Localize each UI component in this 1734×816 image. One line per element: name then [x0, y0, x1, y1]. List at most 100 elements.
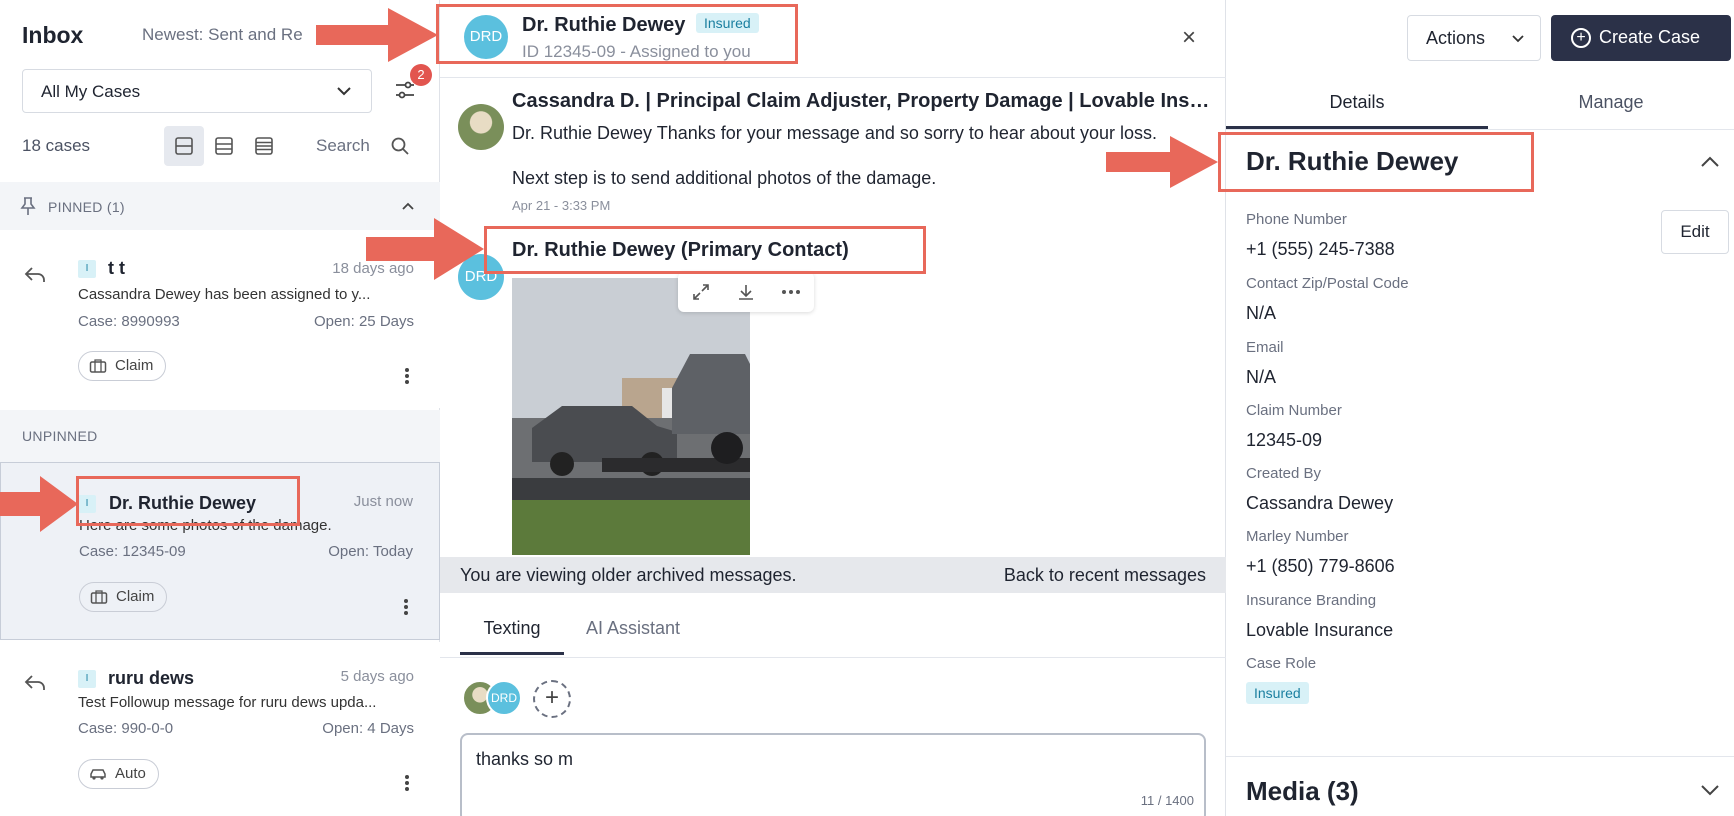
- car-icon: [90, 769, 106, 780]
- plus-circle-icon: +: [1571, 28, 1591, 48]
- field-label: Case Role: [1246, 655, 1317, 672]
- actions-label: Actions: [1426, 28, 1486, 48]
- case-tag-label: Auto: [115, 765, 146, 782]
- image-toolbar: [678, 272, 814, 312]
- case-card[interactable]: I ruru dews 5 days ago Test Followup mes…: [0, 642, 440, 816]
- case-tag-label: Claim: [115, 357, 154, 374]
- details-panel: Actions + Create Case Details Manage Dr.…: [1226, 0, 1734, 816]
- chevron-up-icon[interactable]: [400, 198, 416, 214]
- view-compact-button[interactable]: [204, 126, 244, 166]
- annotation-arrow-icon: [316, 8, 438, 62]
- case-open-duration: Open: 4 Days: [322, 720, 414, 737]
- tab-ai-assistant[interactable]: AI Assistant: [586, 618, 680, 652]
- tab-texting[interactable]: Texting: [460, 618, 564, 655]
- pin-icon: [20, 197, 36, 215]
- more-horizontal-icon[interactable]: [781, 289, 801, 295]
- archived-notice-bar: You are viewing older archived messages.…: [440, 557, 1226, 593]
- annotation-highlight-box: [1218, 132, 1534, 192]
- chevron-down-icon[interactable]: [1700, 784, 1720, 798]
- damage-photo[interactable]: [512, 278, 750, 555]
- annotation-arrow-icon: [1106, 136, 1218, 188]
- case-number: Case: 12345-09: [79, 543, 186, 560]
- case-preview: Test Followup message for ruru dews upda…: [78, 694, 377, 711]
- search-button[interactable]: Search: [316, 136, 370, 156]
- case-open-duration: Open: Today: [328, 543, 413, 560]
- field-label: Marley Number: [1246, 528, 1349, 545]
- edit-contact-button[interactable]: Edit: [1661, 210, 1729, 254]
- message-input[interactable]: [476, 749, 1176, 770]
- expand-icon[interactable]: [691, 282, 711, 302]
- marley-number-value: +1 (850) 779-8606: [1246, 556, 1395, 576]
- case-time: 5 days ago: [340, 668, 414, 685]
- details-tabs: Details Manage: [1226, 78, 1734, 130]
- annotation-highlight-box: [76, 476, 300, 526]
- case-number: Case: 990-0-0: [78, 720, 174, 737]
- conversation-panel: DRD Dr. Ruthie Dewey Insured ID 12345-09…: [440, 0, 1226, 816]
- zip-code-value: N/A: [1246, 303, 1277, 323]
- created-by-value: Cassandra Dewey: [1246, 493, 1394, 513]
- media-section-title[interactable]: Media (3): [1246, 776, 1359, 807]
- layout-list-icon: [255, 137, 273, 155]
- tab-details[interactable]: Details: [1226, 92, 1488, 129]
- tab-manage[interactable]: Manage: [1488, 92, 1734, 126]
- composer-tabs: Texting AI Assistant: [440, 612, 1226, 658]
- more-vertical-icon[interactable]: [403, 598, 409, 616]
- claim-number-value: 12345-09: [1246, 430, 1323, 450]
- annotation-arrow-icon: [366, 218, 484, 280]
- pinned-section-label: PINNED (1): [48, 199, 125, 215]
- create-case-label: Create Case: [1599, 27, 1701, 47]
- sort-dropdown[interactable]: Newest: Sent and Re: [142, 25, 303, 45]
- case-filter-select[interactable]: All My Cases: [22, 69, 372, 113]
- annotation-highlight-box: [436, 4, 798, 64]
- case-count: 18 cases: [22, 136, 91, 155]
- create-case-button[interactable]: + Create Case: [1551, 15, 1731, 61]
- case-tag: Auto: [78, 759, 159, 789]
- view-comfortable-button[interactable]: [164, 126, 204, 166]
- layout-rows-icon: [215, 137, 233, 155]
- damaged-car-image: [512, 278, 750, 555]
- case-type-chip: I: [78, 260, 96, 278]
- reply-icon: [24, 675, 45, 690]
- field-label: Claim Number: [1246, 402, 1342, 419]
- case-time: Just now: [353, 493, 413, 510]
- annotation-highlight-box: [484, 226, 926, 274]
- field-label: Contact Zip/Postal Code: [1246, 275, 1409, 292]
- unpinned-section-label: UNPINNED: [22, 428, 98, 444]
- message-sender: Cassandra D. | Principal Claim Adjuster,…: [512, 90, 1212, 112]
- message-timestamp: Apr 21 - 3:33 PM: [512, 198, 611, 213]
- chevron-down-icon: [1512, 35, 1524, 43]
- case-list-panel: Inbox Newest: Sent and Re All My Cases 2…: [0, 0, 440, 816]
- case-type-chip: I: [78, 670, 96, 688]
- adjuster-avatar: [458, 104, 504, 150]
- case-tag-label: Claim: [116, 588, 155, 605]
- case-preview: Cassandra Dewey has been assigned to y..…: [78, 286, 371, 303]
- character-count: 11 / 1400: [1140, 793, 1194, 808]
- back-to-recent-link[interactable]: Back to recent messages: [1004, 565, 1206, 586]
- message-composer: 11 / 1400: [460, 733, 1206, 816]
- field-label: Insurance Branding: [1246, 592, 1377, 609]
- more-vertical-icon[interactable]: [404, 774, 410, 792]
- case-role-badge: Insured: [1246, 682, 1309, 704]
- briefcase-icon: [90, 590, 108, 604]
- field-label: Phone Number: [1246, 211, 1347, 228]
- search-icon[interactable]: [390, 136, 410, 156]
- case-name: t t: [108, 258, 125, 278]
- case-tag: Claim: [78, 351, 167, 381]
- participant-avatar[interactable]: DRD: [486, 680, 522, 716]
- view-list-button[interactable]: [244, 126, 284, 166]
- case-tag: Claim: [79, 582, 168, 612]
- download-icon[interactable]: [736, 282, 756, 302]
- more-vertical-icon[interactable]: [404, 367, 410, 385]
- case-number: Case: 8990993: [78, 313, 180, 330]
- inbox-title: Inbox: [22, 22, 84, 48]
- add-participant-icon[interactable]: +: [533, 680, 571, 718]
- case-name: ruru dews: [108, 668, 195, 688]
- chevron-down-icon: [337, 87, 351, 96]
- actions-dropdown[interactable]: Actions: [1407, 15, 1541, 61]
- briefcase-icon: [89, 359, 107, 373]
- case-open-duration: Open: 25 Days: [313, 313, 414, 330]
- chevron-up-icon[interactable]: [1700, 154, 1720, 168]
- filter-count-badge: 2: [410, 64, 432, 86]
- field-label: Created By: [1246, 465, 1322, 482]
- close-icon[interactable]: ×: [1182, 24, 1196, 52]
